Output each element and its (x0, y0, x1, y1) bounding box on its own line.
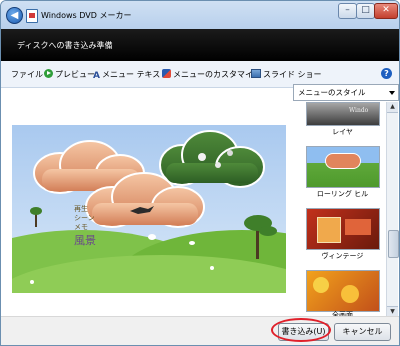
menu-file-label: ファイル (11, 70, 43, 79)
minimize-button[interactable]: – (338, 3, 357, 19)
menu-style-dropdown[interactable]: メニューのスタイル (293, 84, 399, 101)
text-a-icon: A (93, 71, 100, 81)
window-title: Windows DVD メーカー (41, 11, 132, 20)
menu-style-list: Windo レイヤ ローリング ヒル ヴィンテージ 全画面 (300, 102, 385, 319)
menu-file[interactable]: ファイル (11, 69, 43, 80)
menu-preview: 再生 シーン メモ 風景 (12, 125, 286, 293)
menu-link-scenes[interactable]: シーン (74, 214, 95, 223)
menu-side-links: 再生 シーン メモ (74, 205, 95, 232)
title-bar: ◀ Windows DVD メーカー – □ ✕ (1, 1, 399, 29)
style-label-rolling-hills: ローリング ヒル (316, 190, 369, 198)
slideshow-icon (251, 69, 261, 78)
footer-bar: 書き込み(U) キャンセル (1, 316, 399, 345)
customize-icon (162, 69, 171, 78)
back-button[interactable]: ◀ (6, 7, 23, 24)
style-thumb-layer[interactable]: Windo (306, 102, 380, 126)
style-thumb-fullscreen[interactable] (306, 270, 380, 312)
help-icon[interactable]: ? (381, 68, 392, 79)
dvd-maker-app-icon (26, 9, 38, 23)
style-label-layer: レイヤ (332, 128, 353, 136)
cancel-button[interactable]: キャンセル (334, 323, 391, 341)
preview-scene (12, 125, 286, 293)
menu-text-label: メニュー テキスト (101, 70, 169, 79)
maximize-button[interactable]: □ (356, 3, 375, 19)
scroll-up-icon[interactable]: ▲ (387, 102, 398, 113)
menu-text-button[interactable]: A メニュー テキスト (93, 69, 168, 81)
preview-button[interactable]: プレビュー (44, 69, 95, 80)
style-list-scrollbar[interactable]: ▲ ▼ (386, 102, 399, 317)
customize-menu-label: メニューのカスタマイズ (173, 70, 261, 79)
burn-button[interactable]: 書き込み(U) (278, 323, 329, 341)
menu-link-notes[interactable]: メモ (74, 223, 95, 232)
page-title: ディスクへの書き込み準備 (17, 41, 113, 50)
page-header: ディスクへの書き込み準備 (1, 29, 399, 61)
slideshow-button[interactable]: スライド ショー (251, 69, 322, 80)
scrollbar-thumb[interactable] (388, 230, 399, 258)
chevron-down-icon (389, 91, 395, 95)
menu-link-play[interactable]: 再生 (74, 205, 95, 214)
close-button[interactable]: ✕ (374, 3, 398, 19)
play-icon (44, 69, 53, 78)
menu-title-text: 風景 (74, 234, 96, 247)
dvd-maker-window: ◀ Windows DVD メーカー – □ ✕ ディスクへの書き込み準備 ファ… (0, 0, 400, 346)
rabbit (148, 234, 156, 240)
style-thumb-vintage[interactable] (306, 208, 380, 250)
menu-style-dropdown-label: メニューのスタイル (298, 88, 366, 97)
style-thumb-rolling-hills[interactable] (306, 146, 380, 188)
preview-label: プレビュー (55, 70, 95, 79)
style-label-vintage: ヴィンテージ (321, 252, 364, 260)
customize-menu-button[interactable]: メニューのカスタマイズ (162, 69, 261, 80)
slideshow-label: スライド ショー (263, 70, 322, 79)
